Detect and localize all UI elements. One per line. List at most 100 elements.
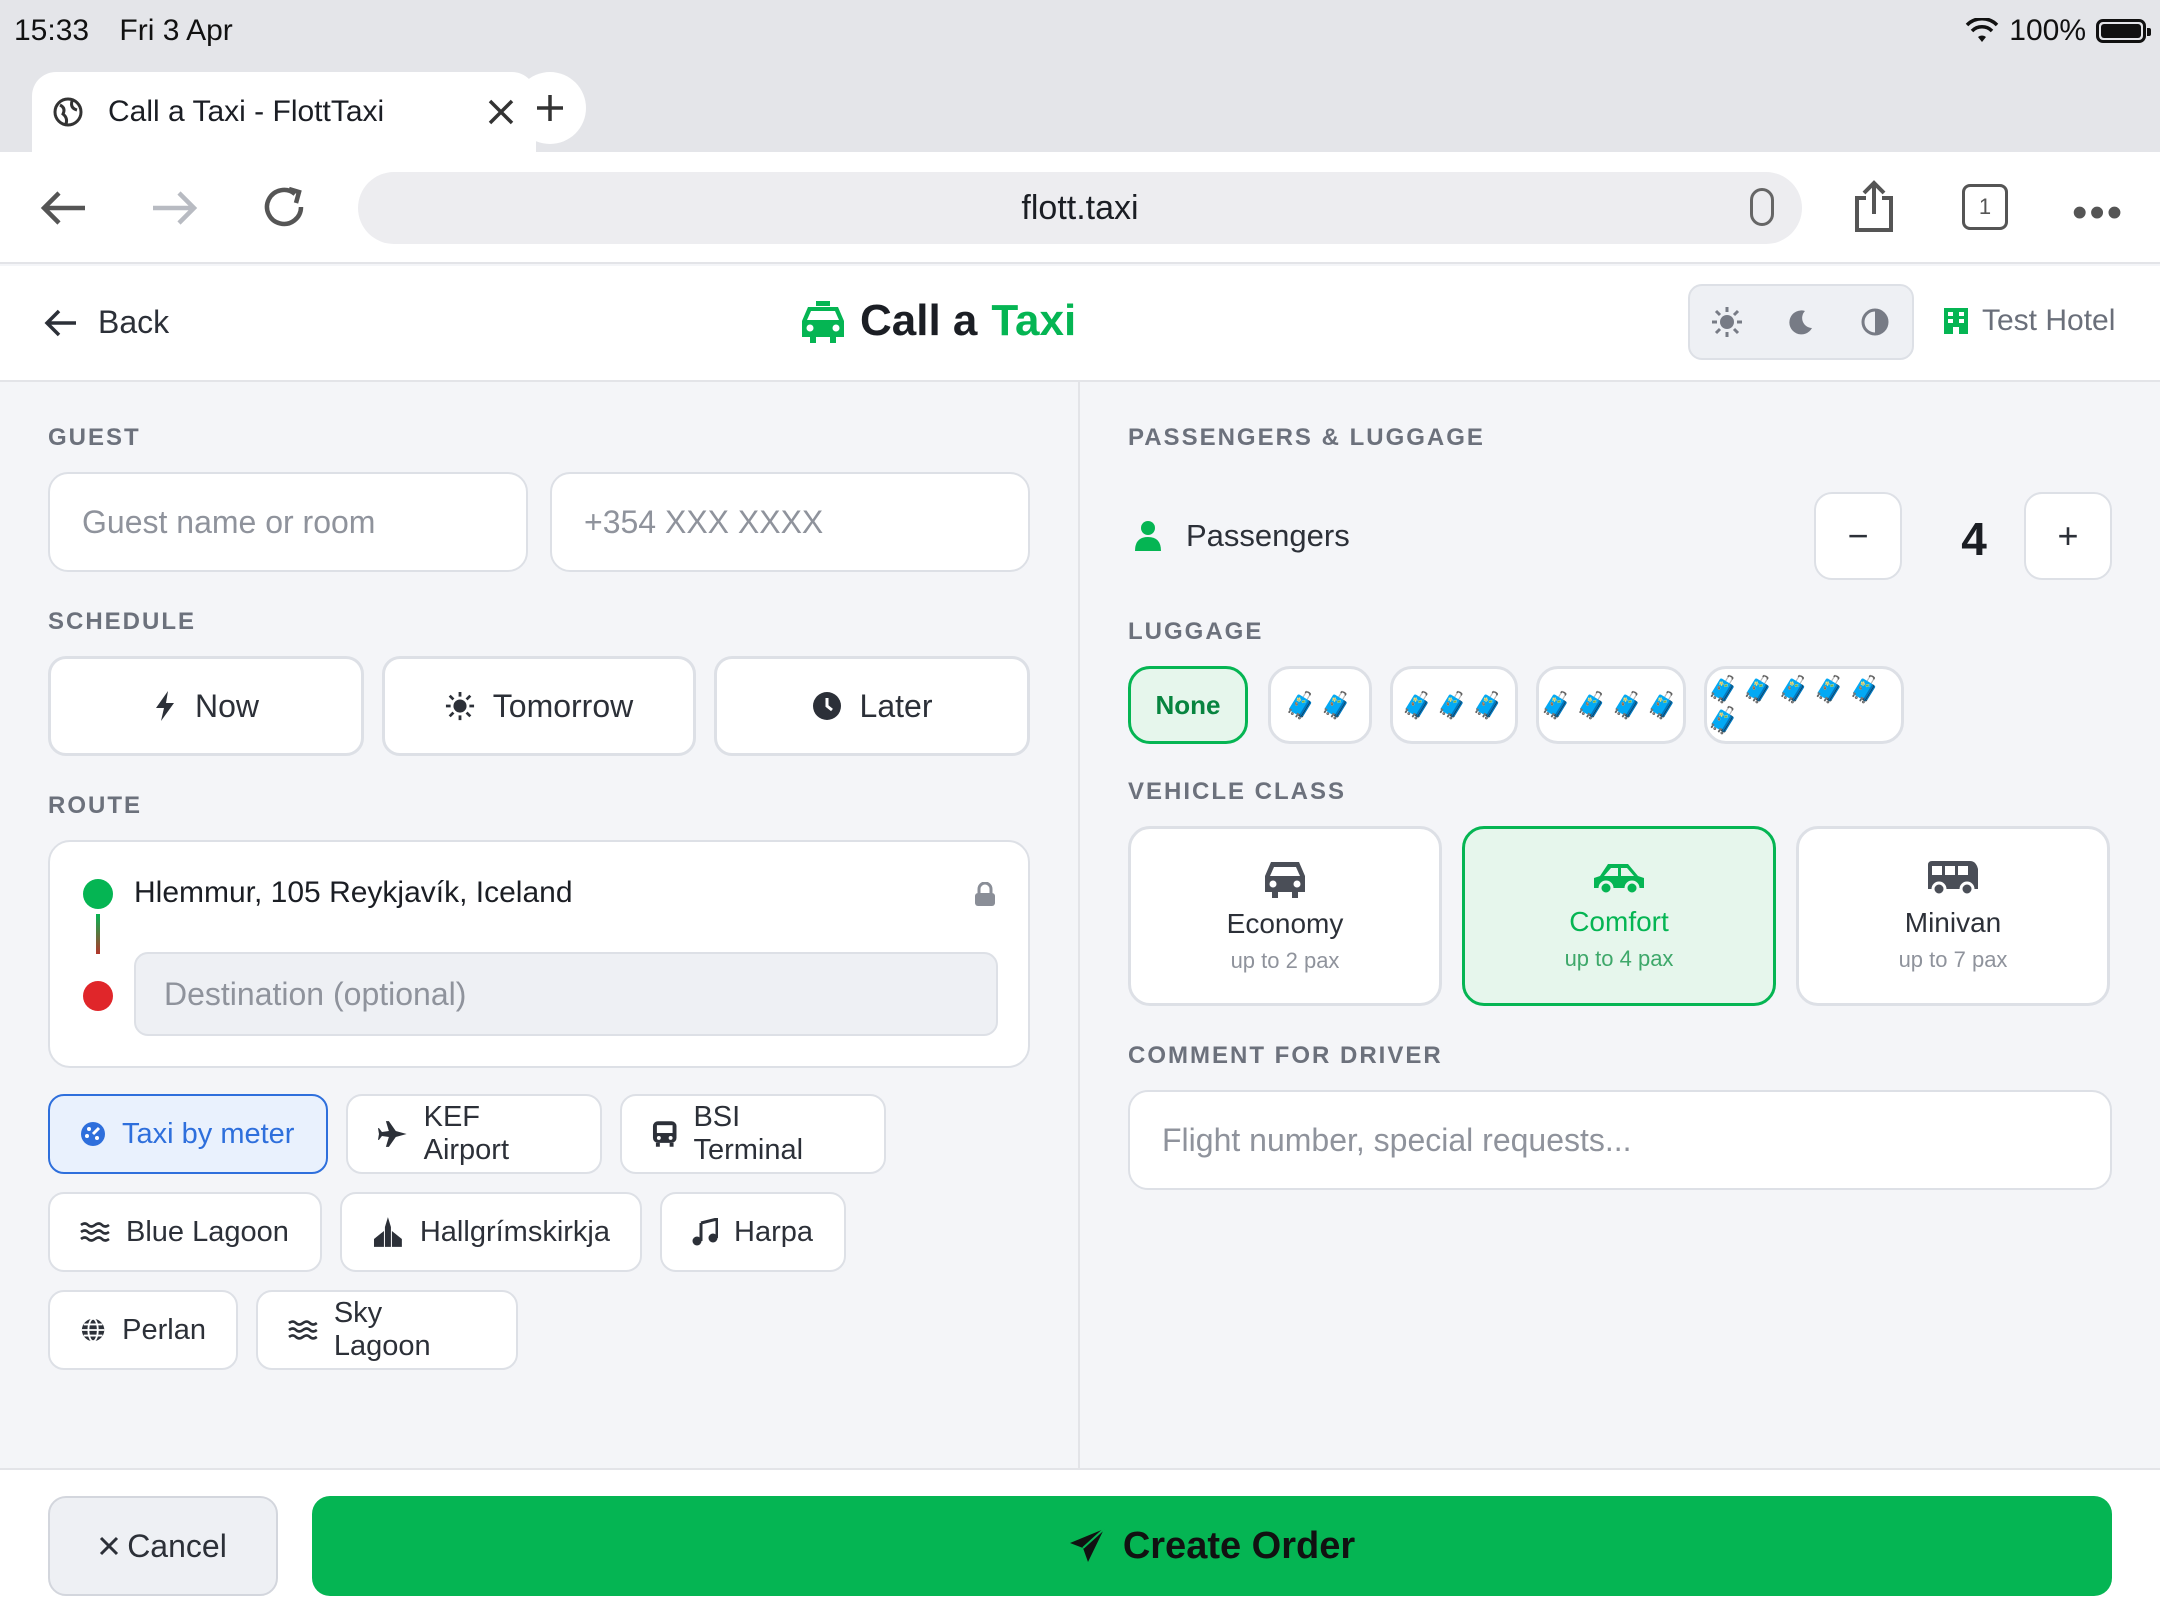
create-order-label: Create Order <box>1122 1524 1356 1567</box>
car-icon <box>1265 862 1305 898</box>
theme-contrast-button[interactable] <box>1855 302 1895 342</box>
cancel-label: Cancel <box>127 1527 227 1564</box>
close-icon[interactable] <box>486 97 516 127</box>
schedule-tomorrow-button[interactable]: Tomorrow <box>382 656 696 756</box>
origin-address: Hlemmur, 105 Reykjavík, Iceland <box>134 876 573 909</box>
vehicle-section-label: VEHICLE CLASS <box>1128 778 1347 805</box>
preset-blue-lagoon[interactable]: Blue Lagoon <box>48 1192 322 1272</box>
meter-icon <box>81 1122 105 1146</box>
music-icon <box>692 1218 718 1246</box>
theme-switcher <box>1688 284 1914 360</box>
route-line <box>96 914 100 954</box>
luggage-option-none[interactable]: None <box>1128 666 1248 744</box>
route-card: Hlemmur, 105 Reykjavík, Iceland Destinat… <box>48 840 1030 1068</box>
guest-name-input[interactable]: Guest name or room <box>48 472 528 572</box>
globe-icon <box>81 1317 105 1343</box>
car-side-icon <box>1594 864 1644 896</box>
schedule-now-label: Now <box>194 687 259 724</box>
phone-input[interactable]: +354 XXX XXXX <box>550 472 1030 572</box>
preset-perlan[interactable]: Perlan <box>48 1290 238 1370</box>
vehicle-capacity: up to 7 pax <box>1898 947 2008 972</box>
footer-bar: Cancel Create Order <box>0 1468 2160 1620</box>
luggage-option-6[interactable]: 🧳🧳🧳🧳🧳🧳 <box>1704 666 1904 744</box>
tab-title: Call a Taxi - FlottTaxi <box>108 95 385 128</box>
van-icon <box>1928 861 1978 897</box>
luggage-option-2[interactable]: 🧳🧳 <box>1268 666 1372 744</box>
preset-bsi-terminal[interactable]: BSI Terminal <box>620 1094 886 1174</box>
arrow-left-icon <box>44 309 76 336</box>
preset-label: Hallgrímskirkja <box>419 1215 610 1248</box>
browser-tab[interactable]: Call a Taxi - FlottTaxi <box>32 72 536 152</box>
luggage-section-label: LUGGAGE <box>1128 618 1264 645</box>
theme-dark-button[interactable] <box>1781 302 1821 342</box>
arrow-left-icon <box>40 191 85 225</box>
driver-comment-input[interactable]: Flight number, special requests... <box>1128 1090 2112 1190</box>
preset-hallgrimskirkja[interactable]: Hallgrímskirkja <box>340 1192 642 1272</box>
status-left: 15:33 Fri 3 Apr <box>14 14 255 48</box>
browser-forward-button[interactable] <box>146 180 202 236</box>
wifi-icon <box>1966 18 1999 42</box>
sun-icon <box>1712 307 1742 337</box>
reload-button[interactable] <box>256 180 312 236</box>
vehicle-name: Comfort <box>1569 906 1669 937</box>
vehicle-minivan-option[interactable]: Minivan up to 7 pax <box>1796 826 2110 1006</box>
passengers-section-label: PASSENGERS & LUGGAGE <box>1128 424 1485 451</box>
vehicle-economy-option[interactable]: Economy up to 2 pax <box>1128 826 1442 1006</box>
passengers-decrement-button[interactable]: − <box>1814 492 1902 580</box>
luggage-option-3[interactable]: 🧳🧳🧳 <box>1390 666 1518 744</box>
origin-marker <box>83 879 113 909</box>
schedule-now-button[interactable]: Now <box>48 656 364 756</box>
preset-kef-airport[interactable]: KEF Airport <box>346 1094 602 1174</box>
browser-tab-strip: Call a Taxi - FlottTaxi <box>0 62 2160 152</box>
guest-section-label: GUEST <box>48 424 141 451</box>
reload-icon <box>264 186 304 227</box>
preset-harpa[interactable]: Harpa <box>660 1192 846 1272</box>
vehicle-comfort-option[interactable]: Comfort up to 4 pax <box>1462 826 1776 1006</box>
preset-taxi-by-meter[interactable]: Taxi by meter <box>48 1094 328 1174</box>
preset-label: Sky Lagoon <box>333 1297 431 1362</box>
status-right: 100% <box>1965 14 2151 48</box>
new-tab-button[interactable] <box>514 72 586 144</box>
luggage-option-4[interactable]: 🧳🧳🧳🧳 <box>1536 666 1686 744</box>
app-header: Back Call a Taxi Test Hotel <box>0 266 2160 382</box>
schedule-later-button[interactable]: Later <box>714 656 1030 756</box>
vehicle-capacity: up to 2 pax <box>1230 948 1340 973</box>
schedule-later-label: Later <box>859 687 933 724</box>
url-text: flott.taxi <box>1021 188 1139 227</box>
bus-icon <box>652 1121 677 1147</box>
right-panel: PASSENGERS & LUGGAGE Passengers − 4 + LU… <box>1080 382 2160 1468</box>
taxi-icon <box>802 301 844 343</box>
close-icon <box>100 1536 119 1556</box>
passengers-increment-button[interactable]: + <box>2024 492 2112 580</box>
comment-section-label: COMMENT FOR DRIVER <box>1128 1042 1443 1069</box>
destination-input[interactable]: Destination (optional) <box>134 952 998 1036</box>
preset-label: Harpa <box>734 1215 813 1248</box>
cancel-button[interactable]: Cancel <box>48 1496 278 1596</box>
back-button[interactable]: Back <box>44 304 169 341</box>
theme-light-button[interactable] <box>1707 302 1747 342</box>
sun-icon <box>445 691 474 721</box>
arrow-right-icon <box>153 191 198 225</box>
passengers-count: 4 <box>1961 513 1987 565</box>
plane-icon <box>378 1121 407 1147</box>
tab-count-button[interactable]: 1 <box>1962 184 2008 230</box>
share-icon[interactable] <box>1852 180 1896 234</box>
create-order-button[interactable]: Create Order <box>312 1496 2112 1596</box>
schedule-tomorrow-label: Tomorrow <box>492 687 634 724</box>
preset-label: BSI Terminal <box>693 1101 804 1166</box>
more-icon[interactable]: ••• <box>2072 188 2124 238</box>
passengers-row: Passengers <box>1134 518 1350 554</box>
microphone-icon[interactable] <box>1750 188 1774 226</box>
preset-sky-lagoon[interactable]: Sky Lagoon <box>256 1290 518 1370</box>
contrast-icon <box>1861 308 1889 336</box>
water-icon <box>288 1320 318 1340</box>
moon-icon <box>1789 310 1812 335</box>
status-time: 15:33 <box>14 14 90 47</box>
battery-percent: 100% <box>2009 14 2086 47</box>
title-part-2: Taxi <box>991 296 1077 345</box>
status-date: Fri 3 Apr <box>119 14 233 47</box>
address-bar[interactable]: flott.taxi <box>358 172 1802 244</box>
left-panel: GUEST Guest name or room +354 XXX XXXX S… <box>0 382 1078 1468</box>
preset-label: Perlan <box>122 1313 206 1346</box>
browser-back-button[interactable] <box>36 180 92 236</box>
